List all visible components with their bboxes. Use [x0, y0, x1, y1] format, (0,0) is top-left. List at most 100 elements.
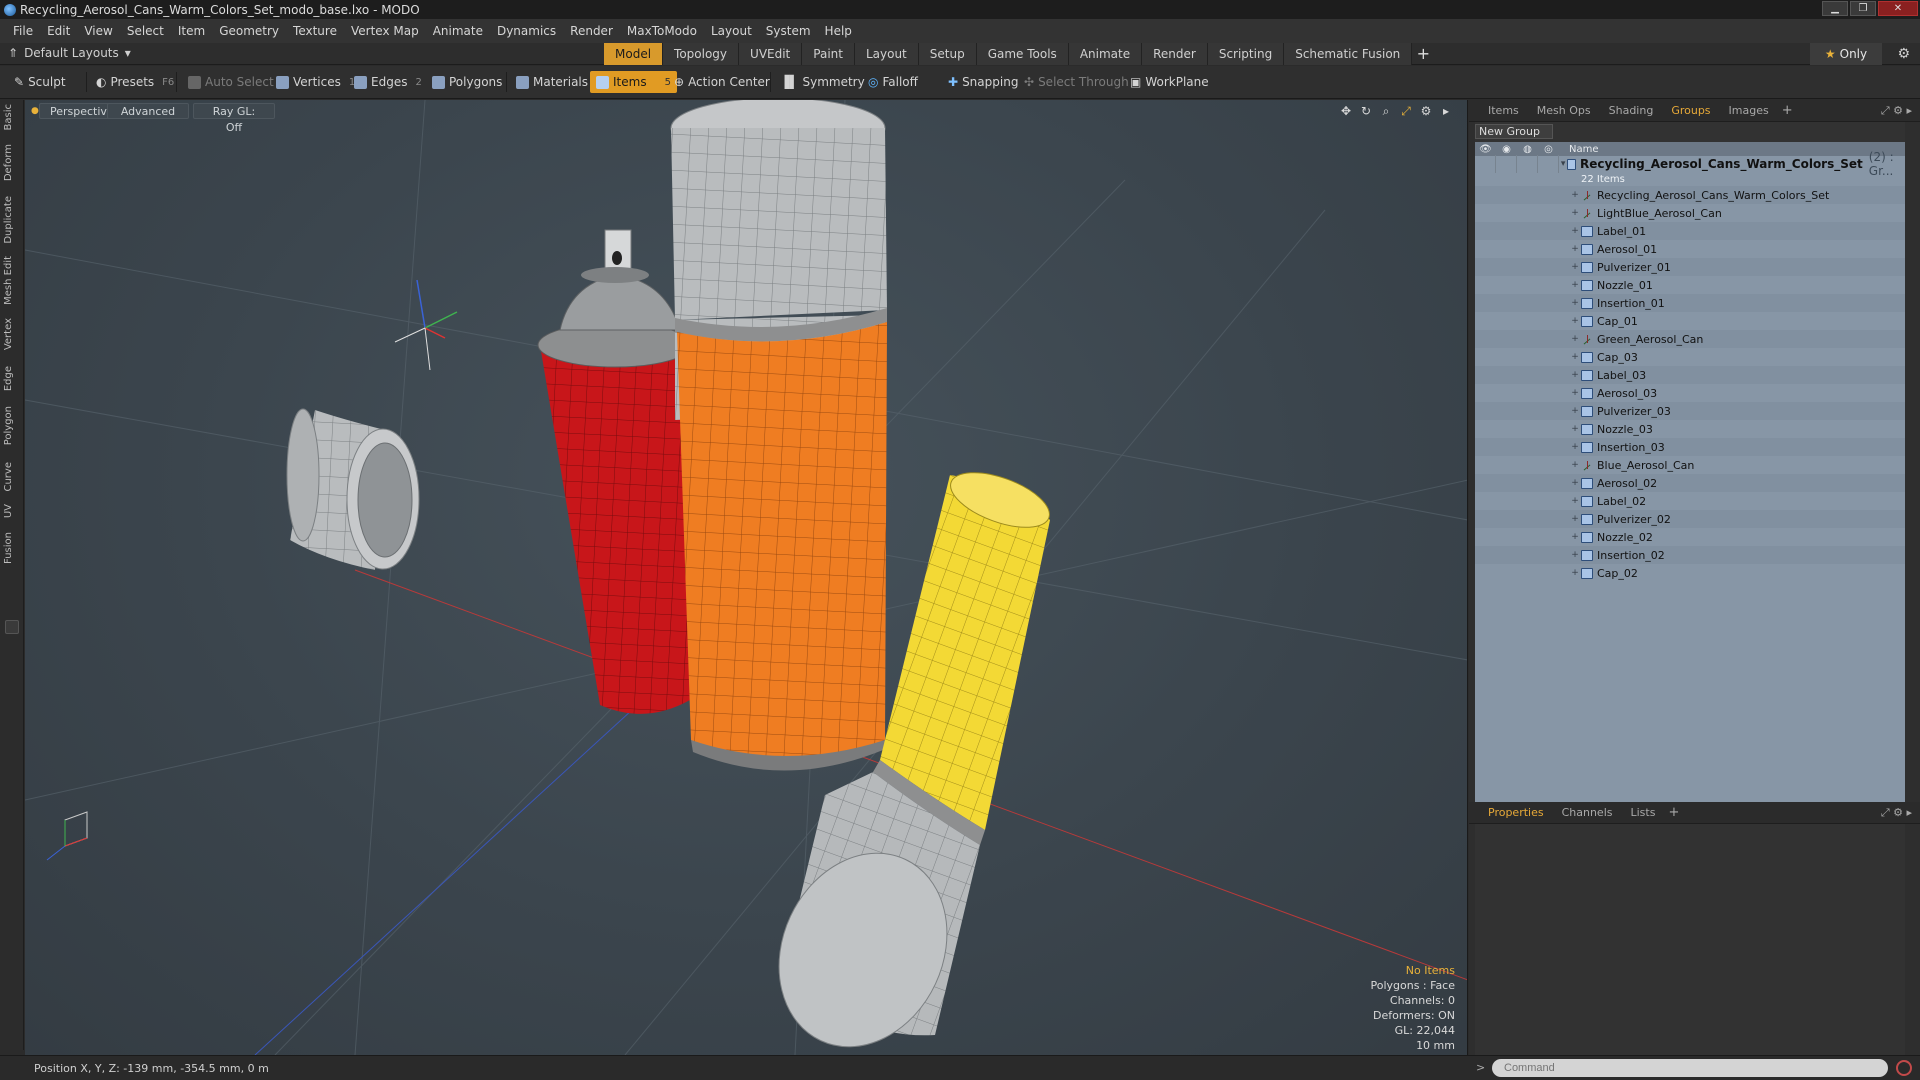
3d-viewport[interactable]: ● Perspective Advanced Ray GL: Off ✥ ↻ ⌕… — [25, 100, 1468, 1055]
vtab-vertex[interactable]: Vertex — [3, 318, 21, 350]
tree-item-row[interactable]: + Recycling_Aerosol_Cans_Warm_Colors_Set — [1475, 186, 1905, 204]
close-icon[interactable]: ✕ — [1878, 1, 1918, 16]
viewport-expand-icon[interactable]: ▸ — [1439, 104, 1453, 119]
tree-item-row[interactable]: + Nozzle_03 — [1475, 420, 1905, 438]
tree-item-row[interactable]: + Aerosol_02 — [1475, 474, 1905, 492]
menu-file[interactable]: File — [6, 24, 40, 38]
select-toggle-icon[interactable] — [1538, 155, 1559, 173]
tree-item-row[interactable]: + Blue_Aerosol_Can — [1475, 456, 1905, 474]
tab-lists[interactable]: Lists — [1622, 803, 1665, 823]
expand-icon[interactable]: + — [1569, 262, 1581, 272]
action-center-button[interactable]: ⊕ Action Center — [668, 71, 776, 93]
menu-texture[interactable]: Texture — [286, 24, 344, 38]
tree-item-row[interactable]: + Nozzle_01 — [1475, 276, 1905, 294]
select-column-icon[interactable]: ◎ — [1538, 144, 1559, 155]
expand-icon[interactable]: + — [1569, 298, 1581, 308]
auto-select-button[interactable]: Auto Select — [182, 71, 280, 93]
lock-column-icon[interactable]: ◍ — [1517, 144, 1538, 155]
tab-animate[interactable]: Animate — [1068, 43, 1143, 65]
gear-icon[interactable]: ⚙ — [1897, 46, 1910, 62]
tab-layout[interactable]: Layout — [854, 43, 919, 65]
falloff-button[interactable]: ◎ Falloff — [862, 71, 924, 93]
expand-icon[interactable]: + — [1569, 244, 1581, 254]
tab-topology[interactable]: Topology — [663, 43, 740, 65]
menu-layout[interactable]: Layout — [704, 24, 759, 38]
menu-geometry[interactable]: Geometry — [212, 24, 286, 38]
rotate-icon[interactable]: ↻ — [1359, 104, 1373, 119]
only-button[interactable]: ★ Only — [1810, 43, 1882, 65]
expand-icon[interactable]: + — [1569, 514, 1581, 524]
zoom-icon[interactable]: ⌕ — [1379, 104, 1393, 119]
tab-groups[interactable]: Groups — [1662, 101, 1719, 121]
expand-icon[interactable]: + — [1569, 442, 1581, 452]
tree-item-row[interactable]: + Insertion_03 — [1475, 438, 1905, 456]
expand-icon[interactable]: + — [1569, 532, 1581, 542]
menu-item[interactable]: Item — [171, 24, 212, 38]
raygl-button[interactable]: Ray GL: Off — [193, 103, 275, 134]
tree-item-row[interactable]: + Aerosol_01 — [1475, 240, 1905, 258]
tab-images[interactable]: Images — [1720, 101, 1778, 121]
record-icon[interactable] — [1896, 1060, 1912, 1076]
expand-icon[interactable]: + — [1569, 496, 1581, 506]
vtab-mesh-edit[interactable]: Mesh Edit — [3, 256, 21, 305]
menu-view[interactable]: View — [77, 24, 119, 38]
minimize-icon[interactable]: ▁ — [1822, 1, 1848, 16]
visibility-column-icon[interactable]: 👁 — [1475, 144, 1496, 155]
snapping-button[interactable]: ✚ Snapping — [942, 71, 1024, 93]
tree-item-row[interactable]: + Aerosol_03 — [1475, 384, 1905, 402]
tree-item-row[interactable]: + Cap_01 — [1475, 312, 1905, 330]
tab-mesh-ops[interactable]: Mesh Ops — [1528, 101, 1600, 121]
expand-icon[interactable]: + — [1569, 388, 1581, 398]
expand-icon[interactable]: + — [1569, 226, 1581, 236]
tree-item-row[interactable]: + Insertion_02 — [1475, 546, 1905, 564]
expand-icon[interactable]: + — [1569, 334, 1581, 344]
vtab-deform[interactable]: Deform — [3, 144, 21, 181]
tree-item-row[interactable]: + Cap_03 — [1475, 348, 1905, 366]
vtab-fusion[interactable]: Fusion — [3, 532, 21, 564]
panel-expand-icon[interactable]: ⤢ ⚙ ▸ — [1881, 104, 1912, 118]
tab-shading[interactable]: Shading — [1600, 101, 1663, 121]
pan-icon[interactable]: ✥ — [1339, 104, 1353, 119]
expand-icon[interactable]: + — [1569, 460, 1581, 470]
tree-item-row[interactable]: + LightBlue_Aerosol_Can — [1475, 204, 1905, 222]
tree-item-row[interactable]: + Nozzle_02 — [1475, 528, 1905, 546]
tab-game-tools[interactable]: Game Tools — [976, 43, 1069, 65]
menu-select[interactable]: Select — [120, 24, 171, 38]
menu-vertex-map[interactable]: Vertex Map — [344, 24, 426, 38]
items-button[interactable]: Items 5 — [590, 71, 677, 93]
add-tab-icon[interactable]: + — [1412, 43, 1434, 65]
tab-schematic-fusion[interactable]: Schematic Fusion — [1284, 43, 1413, 65]
tree-item-row[interactable]: + Label_01 — [1475, 222, 1905, 240]
add-tab-icon[interactable]: + — [1668, 805, 1679, 820]
select-through-button[interactable]: ✣ Select Through — [1018, 71, 1135, 93]
viewport-menu-icon[interactable]: ● — [31, 106, 39, 116]
name-column-header[interactable]: Name — [1569, 144, 1599, 155]
vtab-edge[interactable]: Edge — [3, 366, 21, 391]
fit-icon[interactable]: ⤢ — [1399, 104, 1413, 119]
tree-item-row[interactable]: + Label_03 — [1475, 366, 1905, 384]
expand-icon[interactable]: + — [1569, 406, 1581, 416]
tree-item-row[interactable]: + Pulverizer_03 — [1475, 402, 1905, 420]
maximize-icon[interactable]: ❐ — [1850, 1, 1876, 16]
vtab-uv[interactable]: UV — [3, 504, 21, 518]
expand-icon[interactable]: + — [1569, 280, 1581, 290]
tree-item-row[interactable]: + Insertion_01 — [1475, 294, 1905, 312]
sculpt-button[interactable]: ✎ Sculpt — [8, 71, 72, 93]
expand-icon[interactable]: + — [1569, 568, 1581, 578]
collapse-icon[interactable]: ▾ — [1559, 159, 1567, 169]
vtab-polygon[interactable]: Polygon — [3, 406, 21, 445]
tab-render[interactable]: Render — [1142, 43, 1208, 65]
eye-icon[interactable] — [1475, 155, 1496, 173]
materials-button[interactable]: Materials — [510, 71, 594, 93]
tab-scripting[interactable]: Scripting — [1207, 43, 1285, 65]
lock-toggle-icon[interactable] — [1517, 155, 1538, 173]
symmetry-button[interactable]: ▐▌ Symmetry — [774, 71, 871, 93]
edges-button[interactable]: Edges 2 — [348, 71, 428, 93]
add-tab-icon[interactable]: + — [1782, 103, 1793, 118]
new-group-button[interactable]: New Group — [1475, 124, 1553, 139]
vtab-duplicate[interactable]: Duplicate — [3, 196, 21, 244]
tab-uvedit[interactable]: UVEdit — [739, 43, 803, 65]
layouts-dropdown[interactable]: ⇑ Default Layouts ▾ — [8, 46, 131, 60]
menu-help[interactable]: Help — [818, 24, 859, 38]
menu-edit[interactable]: Edit — [40, 24, 77, 38]
